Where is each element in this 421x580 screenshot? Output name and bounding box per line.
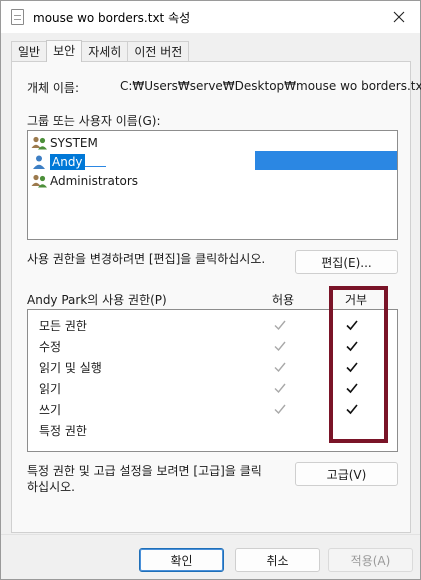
permission-row: 읽기 bbox=[28, 378, 397, 398]
list-item-andy[interactable]: Andy bbox=[31, 152, 85, 171]
groups-users-label: 그룹 또는 사용자 이름(G): bbox=[27, 114, 161, 128]
deny-check-icon bbox=[346, 341, 358, 352]
permission-row: 모든 권한 bbox=[28, 315, 397, 335]
user-name: Andy bbox=[50, 153, 85, 170]
group-icon bbox=[31, 135, 48, 151]
change-permission-note: 사용 권한을 변경하려면 [편집]을 클릭하십시오. bbox=[27, 252, 266, 266]
ok-button[interactable]: 확인 bbox=[139, 548, 224, 572]
permission-name: 모든 권한 bbox=[39, 319, 87, 333]
permission-name: 읽기 및 실행 bbox=[39, 361, 102, 375]
permission-name: 특정 권한 bbox=[39, 424, 87, 438]
permissions-list: 모든 권한 수정 읽기 및 실행 읽기 쓰기 특정 권한 bbox=[27, 309, 398, 452]
allow-check-icon bbox=[274, 320, 286, 331]
advanced-button[interactable]: 고급(V) bbox=[295, 462, 398, 486]
tab-previous-versions[interactable]: 이전 버전 bbox=[127, 41, 190, 62]
deny-check-icon bbox=[346, 362, 358, 373]
permission-row: 특정 권한 bbox=[28, 420, 397, 440]
permission-name: 읽기 bbox=[39, 382, 62, 396]
list-item-system[interactable]: SYSTEM bbox=[31, 133, 98, 152]
deny-check-icon bbox=[346, 320, 358, 331]
deny-check-icon bbox=[346, 383, 358, 394]
users-list[interactable]: SYSTEM Andy Administrators bbox=[27, 130, 398, 240]
selection-highlight bbox=[255, 151, 397, 170]
apply-button[interactable]: 적용(A) bbox=[328, 548, 413, 572]
tab-security[interactable]: 보안 bbox=[46, 40, 83, 62]
allow-check-icon bbox=[274, 341, 286, 352]
dialog-footer: 확인 취소 적용(A) bbox=[1, 535, 420, 579]
group-icon bbox=[31, 173, 48, 189]
security-panel: 개체 이름: C:₩Users₩serve₩Desktop₩mouse wo b… bbox=[11, 61, 421, 533]
allow-check-icon bbox=[274, 362, 286, 373]
permission-name: 쓰기 bbox=[39, 403, 62, 417]
permission-row: 쓰기 bbox=[28, 399, 397, 419]
user-name: SYSTEM bbox=[50, 135, 98, 150]
user-icon bbox=[31, 154, 48, 170]
permission-row: 수정 bbox=[28, 336, 397, 356]
user-name: Administrators bbox=[50, 173, 139, 188]
allow-check-icon bbox=[274, 404, 286, 415]
close-icon bbox=[393, 11, 405, 23]
title-bar: mouse wo borders.txt 속성 bbox=[1, 1, 420, 33]
window-title: mouse wo borders.txt 속성 bbox=[33, 11, 191, 25]
advanced-note-line2: 하십시오. bbox=[27, 480, 75, 494]
allow-check-icon bbox=[274, 383, 286, 394]
permission-row: 읽기 및 실행 bbox=[28, 357, 397, 377]
list-item-administrators[interactable]: Administrators bbox=[31, 171, 138, 190]
tab-details[interactable]: 자세히 bbox=[81, 41, 129, 62]
text-file-icon bbox=[11, 9, 24, 25]
edit-button[interactable]: 편집(E)... bbox=[295, 250, 398, 274]
advanced-note-line1: 특정 권한 및 고급 설정을 보려면 [고급]을 클릭 bbox=[27, 464, 262, 478]
tab-general[interactable]: 일반 bbox=[11, 41, 48, 62]
object-name-value: C:₩Users₩serve₩Desktop₩mouse wo borders.… bbox=[120, 79, 421, 93]
cancel-button[interactable]: 취소 bbox=[235, 548, 320, 572]
permission-name: 수정 bbox=[39, 340, 62, 354]
properties-dialog: mouse wo borders.txt 속성 일반 보안 자세히 이전 버전 … bbox=[0, 0, 421, 580]
deny-check-icon bbox=[346, 404, 358, 415]
deny-column-header: 거부 bbox=[345, 293, 368, 307]
close-button[interactable] bbox=[384, 3, 414, 31]
object-name-label: 개체 이름: bbox=[27, 81, 80, 95]
allow-column-header: 허용 bbox=[272, 293, 295, 307]
permissions-header: Andy Park의 사용 권한(P) bbox=[27, 293, 167, 307]
tab-strip: 일반 보안 자세히 이전 버전 bbox=[11, 40, 190, 62]
